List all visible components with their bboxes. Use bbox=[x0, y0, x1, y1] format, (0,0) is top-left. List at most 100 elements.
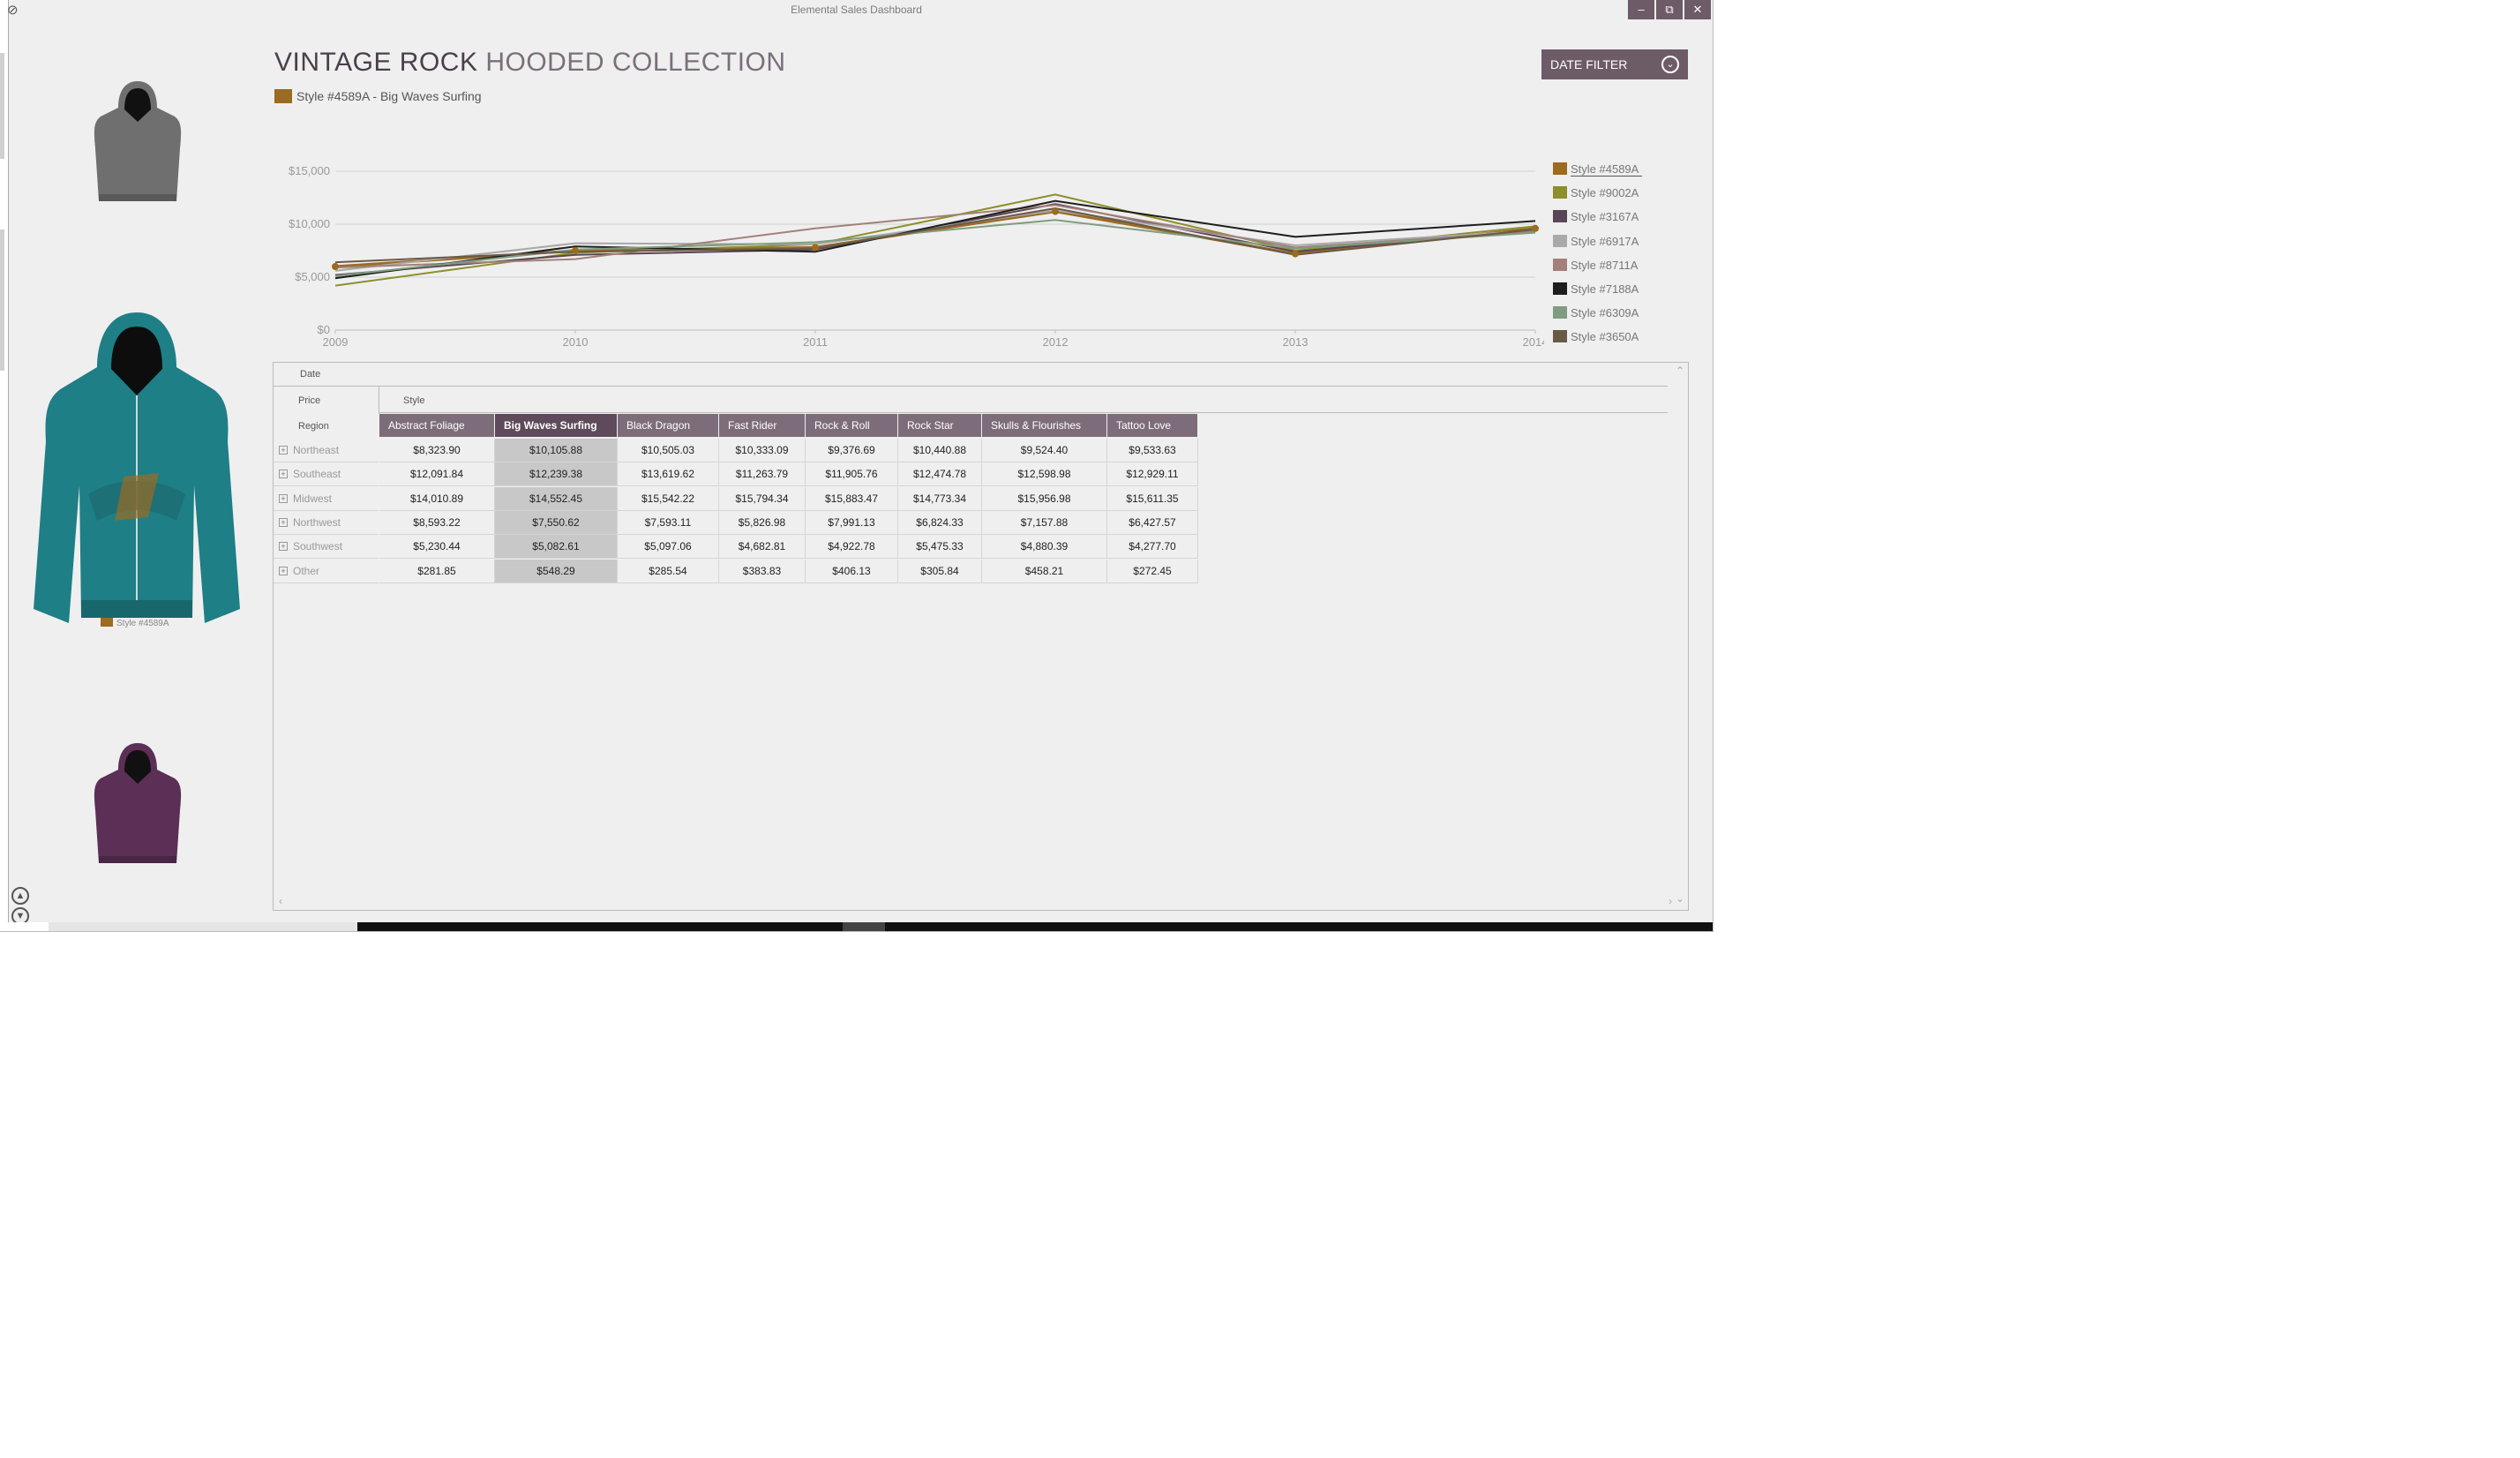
scroll-up-icon[interactable]: ⌃ bbox=[1676, 364, 1684, 377]
x-tick-label: 2011 bbox=[803, 335, 828, 349]
legend-item[interactable]: Style #6917A bbox=[1553, 234, 1642, 259]
row-header[interactable]: + Northwest bbox=[274, 511, 379, 535]
table-cell[interactable]: $12,474.78 bbox=[898, 462, 982, 487]
expand-plus-icon[interactable]: + bbox=[279, 493, 288, 503]
table-cell[interactable]: $10,333.09 bbox=[719, 439, 806, 462]
table-cell[interactable]: $8,323.90 bbox=[379, 439, 495, 462]
row-header[interactable]: + Southwest bbox=[274, 535, 379, 560]
teal-hoodie-selected[interactable] bbox=[26, 309, 247, 640]
table-cell[interactable]: $4,880.39 bbox=[982, 535, 1107, 560]
legend-item[interactable]: Style #3650A bbox=[1553, 330, 1642, 354]
legend-item[interactable]: Style #9002A bbox=[1553, 186, 1642, 210]
expand-plus-icon[interactable]: + bbox=[279, 566, 288, 575]
expand-plus-icon[interactable]: + bbox=[279, 470, 288, 479]
x-tick-label: 2012 bbox=[1043, 335, 1069, 349]
legend-label: Style #6917A bbox=[1571, 234, 1639, 248]
table-cell[interactable]: $6,427.57 bbox=[1107, 510, 1198, 535]
field-region[interactable]: Region bbox=[298, 421, 329, 432]
row-header[interactable]: + Midwest bbox=[274, 487, 379, 511]
expand-plus-icon[interactable]: + bbox=[279, 446, 288, 455]
table-cell[interactable]: $11,905.76 bbox=[806, 462, 898, 487]
table-cell[interactable]: $10,105.88 bbox=[495, 439, 618, 462]
table-cell[interactable]: $10,440.88 bbox=[898, 439, 982, 462]
legend-item[interactable]: Style #4589A bbox=[1553, 162, 1643, 186]
row-header[interactable]: + Northeast bbox=[274, 439, 379, 462]
field-price[interactable]: Price bbox=[298, 395, 320, 406]
legend-item[interactable]: Style #6309A bbox=[1553, 306, 1642, 330]
scroll-left-icon[interactable]: ‹ bbox=[279, 895, 282, 907]
table-cell[interactable]: $15,883.47 bbox=[806, 486, 898, 511]
table-cell[interactable]: $15,794.34 bbox=[719, 486, 806, 511]
table-cell[interactable]: $548.29 bbox=[495, 559, 618, 583]
column-header[interactable]: Tattoo Love bbox=[1107, 414, 1198, 437]
table-cell[interactable]: $6,824.33 bbox=[898, 510, 982, 535]
table-cell[interactable]: $12,929.11 bbox=[1107, 462, 1198, 487]
table-cell[interactable]: $5,082.61 bbox=[495, 535, 618, 560]
date-filter-button[interactable]: DATE FILTER ⌄ bbox=[1541, 49, 1688, 79]
table-cell[interactable]: $15,611.35 bbox=[1107, 486, 1198, 511]
left-window-edge bbox=[0, 0, 9, 931]
expand-plus-icon[interactable]: + bbox=[279, 542, 288, 552]
table-cell[interactable]: $5,826.98 bbox=[719, 510, 806, 535]
row-header[interactable]: + Southeast bbox=[274, 462, 379, 487]
column-header[interactable]: Big Waves Surfing bbox=[495, 414, 618, 437]
table-cell[interactable]: $11,263.79 bbox=[719, 462, 806, 487]
table-cell[interactable]: $14,010.89 bbox=[379, 486, 495, 511]
expand-plus-icon[interactable]: + bbox=[279, 517, 288, 527]
page-title-light: HOODED COLLECTION bbox=[485, 48, 786, 77]
column-header[interactable]: Black Dragon bbox=[618, 414, 719, 437]
table-cell[interactable]: $305.84 bbox=[898, 559, 982, 583]
table-cell[interactable]: $7,991.13 bbox=[806, 510, 898, 535]
table-cell[interactable]: $272.45 bbox=[1107, 559, 1198, 583]
legend-item[interactable]: Style #7188A bbox=[1553, 282, 1642, 306]
table-cell[interactable]: $8,593.22 bbox=[379, 510, 495, 535]
table-cell[interactable]: $5,230.44 bbox=[379, 535, 495, 560]
table-cell[interactable]: $4,922.78 bbox=[806, 535, 898, 560]
scroll-right-icon[interactable]: › bbox=[1669, 895, 1672, 907]
table-cell[interactable]: $5,097.06 bbox=[618, 535, 719, 560]
table-cell[interactable]: $4,682.81 bbox=[719, 535, 806, 560]
table-cell[interactable]: $9,376.69 bbox=[806, 439, 898, 462]
restore-button[interactable]: ⧉ bbox=[1656, 0, 1683, 19]
column-header[interactable]: Fast Rider bbox=[719, 414, 806, 437]
table-cell[interactable]: $12,091.84 bbox=[379, 462, 495, 487]
table-cell[interactable]: $285.54 bbox=[618, 559, 719, 583]
grey-hoodie-thumbnail[interactable] bbox=[88, 78, 187, 214]
table-cell[interactable]: $12,598.98 bbox=[982, 462, 1107, 487]
column-header[interactable]: Rock Star bbox=[898, 414, 982, 437]
column-header[interactable]: Rock & Roll bbox=[806, 414, 898, 437]
scroll-down-icon[interactable]: ⌄ bbox=[1676, 892, 1684, 905]
close-button[interactable]: ✕ bbox=[1684, 0, 1711, 19]
table-cell[interactable]: $458.21 bbox=[982, 559, 1107, 583]
table-cell[interactable]: $5,475.33 bbox=[898, 535, 982, 560]
table-cell[interactable]: $7,157.88 bbox=[982, 510, 1107, 535]
column-header[interactable]: Abstract Foliage bbox=[379, 414, 495, 437]
table-cell[interactable]: $281.85 bbox=[379, 559, 495, 583]
table-cell[interactable]: $15,542.22 bbox=[618, 486, 719, 511]
date-filter-label: DATE FILTER bbox=[1550, 57, 1628, 71]
purple-hoodie-thumbnail[interactable] bbox=[88, 740, 187, 876]
table-cell[interactable]: $9,524.40 bbox=[982, 439, 1107, 462]
field-style[interactable]: Style bbox=[403, 395, 424, 406]
chevron-up-circle-icon[interactable]: ▲ bbox=[11, 887, 29, 905]
table-cell[interactable]: $14,773.34 bbox=[898, 486, 982, 511]
table-cell[interactable]: $12,239.38 bbox=[495, 462, 618, 487]
table-cell[interactable]: $406.13 bbox=[806, 559, 898, 583]
table-cell[interactable]: $383.83 bbox=[719, 559, 806, 583]
table-cell[interactable]: $15,956.98 bbox=[982, 486, 1107, 511]
legend-swatch-icon bbox=[1553, 186, 1567, 199]
field-date[interactable]: Date bbox=[300, 369, 320, 380]
table-cell[interactable]: $7,593.11 bbox=[618, 510, 719, 535]
legend-item[interactable]: Style #3167A bbox=[1553, 210, 1642, 234]
column-header[interactable]: Skulls & Flourishes bbox=[982, 414, 1107, 437]
table-cell[interactable]: $7,550.62 bbox=[495, 510, 618, 535]
table-cell[interactable]: $10,505.03 bbox=[618, 439, 719, 462]
legend-label: Style #3167A bbox=[1571, 210, 1639, 224]
minimize-button[interactable]: – bbox=[1628, 0, 1654, 19]
table-cell[interactable]: $9,533.63 bbox=[1107, 439, 1198, 462]
table-cell[interactable]: $14,552.45 bbox=[495, 486, 618, 511]
legend-item[interactable]: Style #8711A bbox=[1553, 258, 1642, 282]
row-header[interactable]: + Other bbox=[274, 560, 379, 583]
table-cell[interactable]: $13,619.62 bbox=[618, 462, 719, 487]
table-cell[interactable]: $4,277.70 bbox=[1107, 535, 1198, 560]
